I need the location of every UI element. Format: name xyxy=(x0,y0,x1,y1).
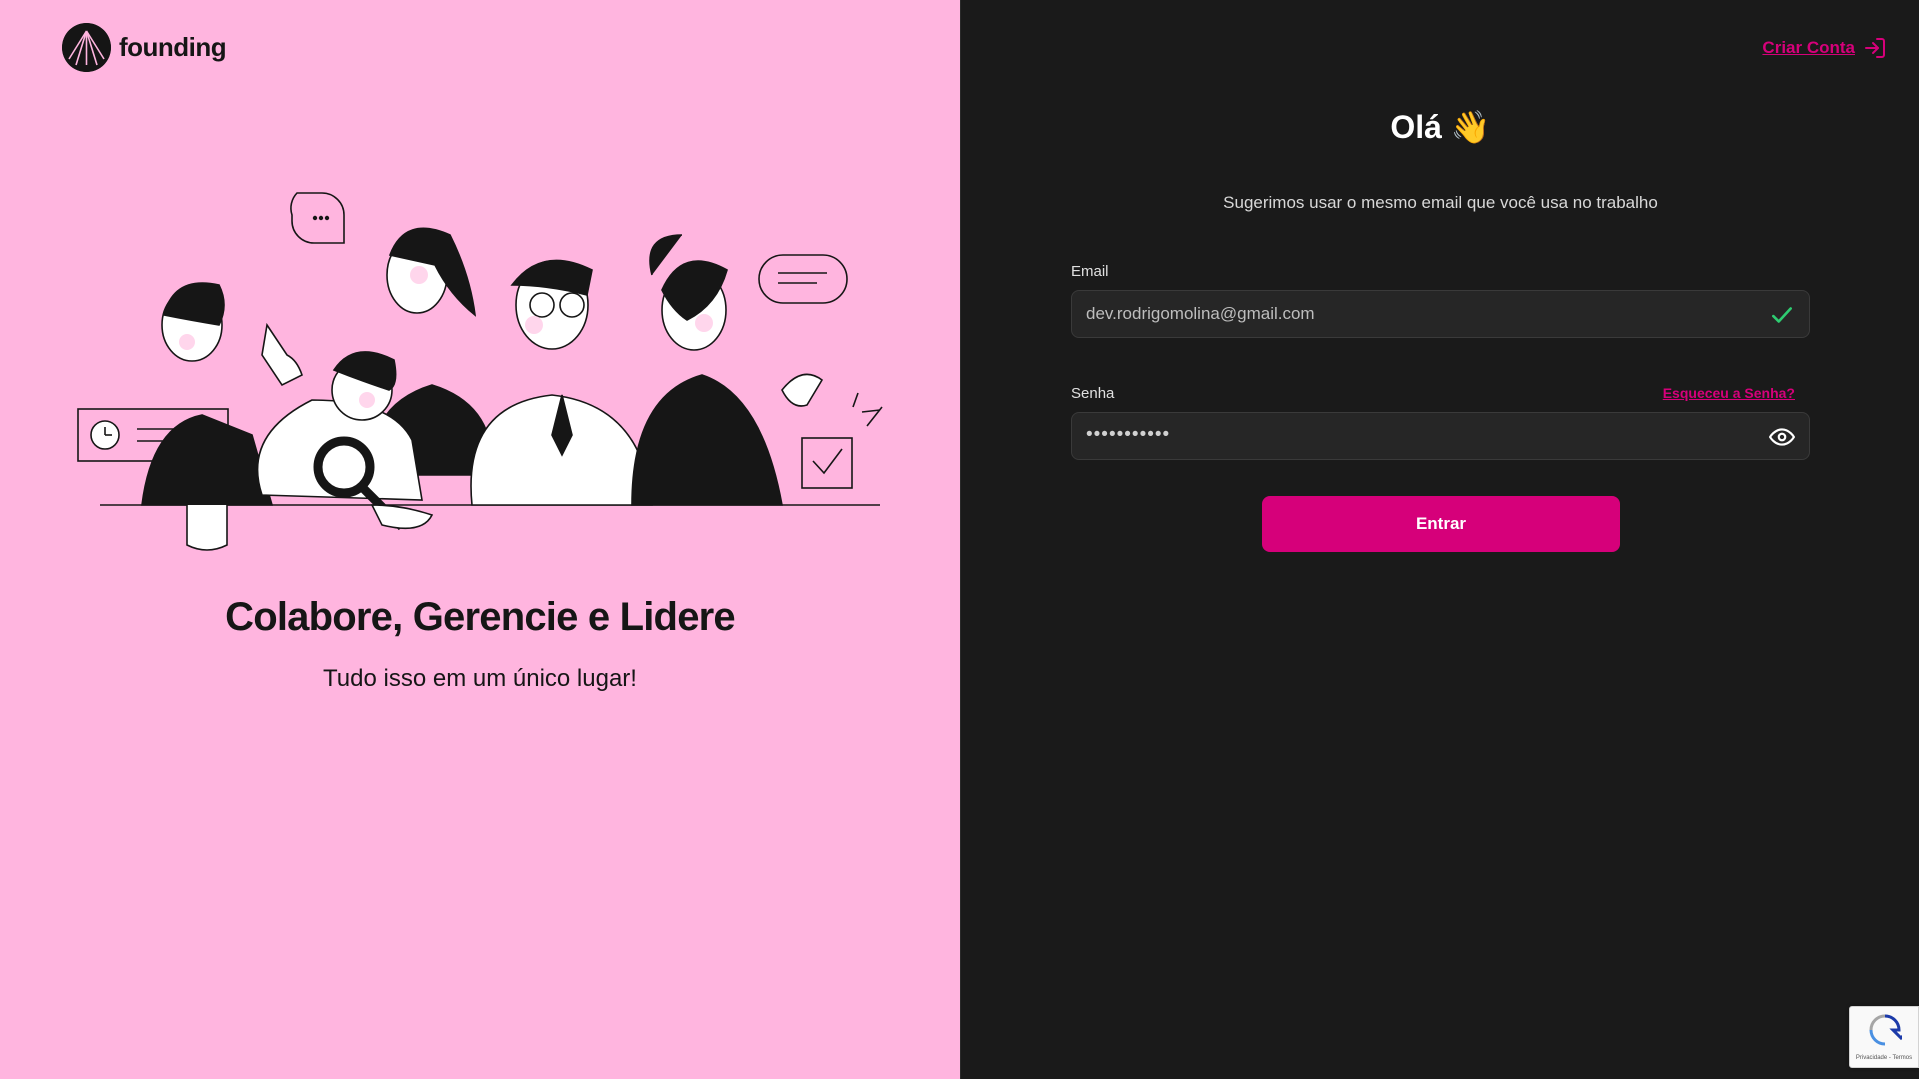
forgot-password-link[interactable]: Esqueceu a Senha? xyxy=(1663,385,1795,401)
brand-name: founding xyxy=(119,32,227,62)
create-account-label: Criar Conta xyxy=(1762,38,1855,57)
email-hint: Sugerimos usar o mesmo email que você us… xyxy=(1223,193,1658,212)
email-value: dev.rodrigomolina@gmail.com xyxy=(1086,304,1315,323)
email-label: Email xyxy=(1071,263,1109,280)
hero-subtitle: Tudo isso em um único lugar! xyxy=(323,665,637,692)
email-field[interactable]: dev.rodrigomolina@gmail.com xyxy=(1071,290,1810,338)
create-account-link[interactable]: Criar Conta xyxy=(1762,36,1887,60)
check-icon xyxy=(1772,307,1792,323)
eye-icon[interactable] xyxy=(1769,424,1795,450)
password-label: Senha xyxy=(1071,385,1115,402)
login-panel: Criar Conta Olá 👋 Sugerimos usar o mesmo… xyxy=(960,0,1919,1079)
recaptcha-icon xyxy=(1869,1014,1902,1046)
sign-in-icon xyxy=(1865,38,1885,58)
greeting-title: Olá 👋 xyxy=(1390,109,1491,145)
password-field[interactable]: ••••••••••• xyxy=(1071,412,1810,460)
recaptcha-terms: Privacidade - Termos xyxy=(1855,1055,1913,1061)
recaptcha-badge[interactable]: Privacidade - Termos xyxy=(1849,1006,1919,1068)
brand-logo[interactable]: founding xyxy=(62,23,227,72)
founding-logo-icon xyxy=(62,23,111,72)
team-illustration xyxy=(72,185,892,555)
left-panel: founding Colabore, Gerencie e Lidere Tud… xyxy=(0,0,960,1079)
password-value: ••••••••••• xyxy=(1086,424,1171,445)
login-submit-button[interactable]: Entrar xyxy=(1262,496,1620,552)
hero-title: Colabore, Gerencie e Lidere xyxy=(225,595,736,639)
